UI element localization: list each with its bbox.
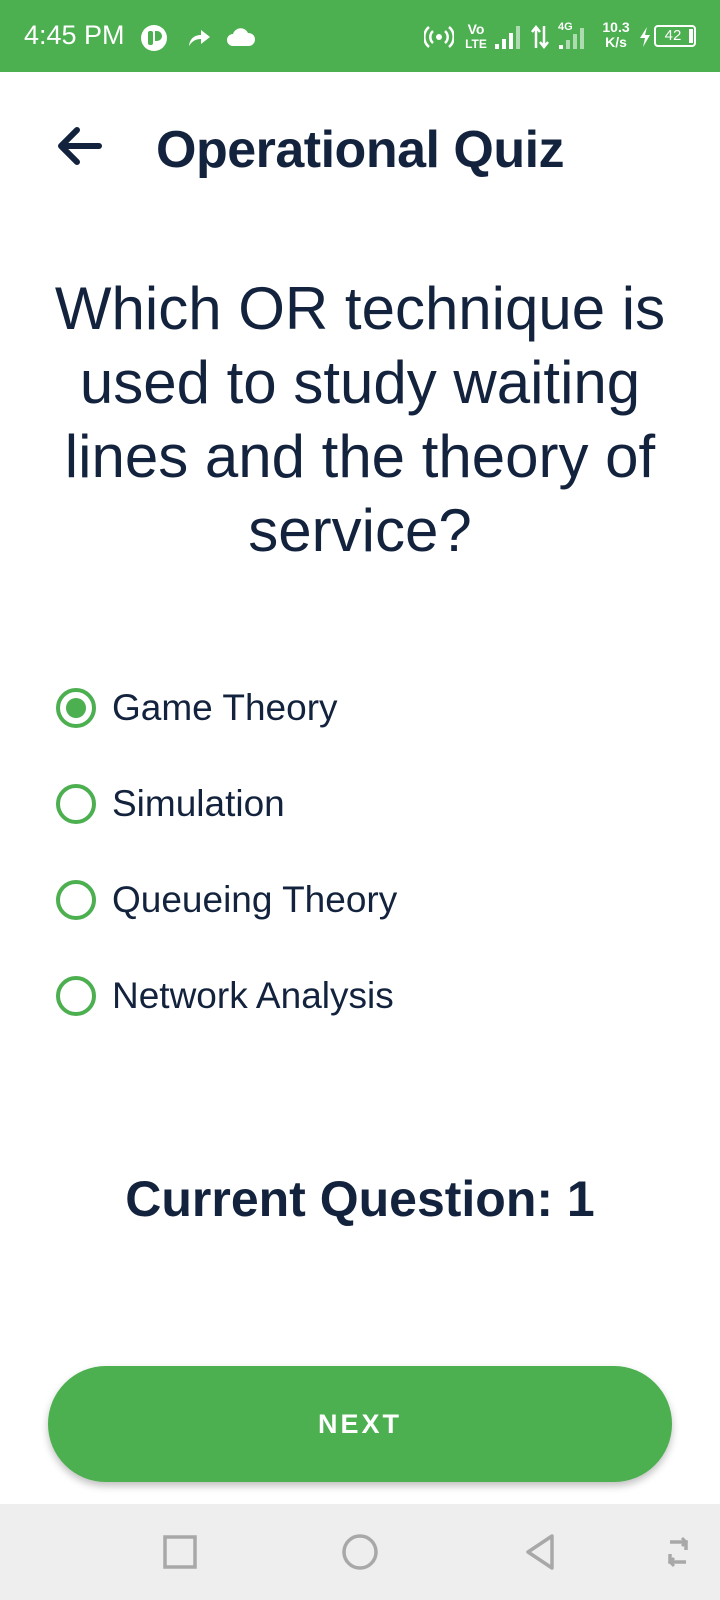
back-button[interactable] [44, 116, 114, 176]
current-question-indicator: Current Question: 1 [125, 1171, 595, 1227]
cloud-icon [227, 28, 256, 46]
option-game-theory[interactable]: Game Theory [56, 660, 676, 756]
network-speed: 10.3 K/s [598, 20, 634, 50]
signal-icon [495, 26, 520, 49]
recent-apps-icon[interactable] [158, 1530, 202, 1574]
volte-bottom-label: LTE [465, 37, 487, 51]
volte-top-label: Vo [467, 21, 485, 37]
status-time: 4:45 PM [24, 20, 125, 50]
radio-button[interactable] [56, 976, 96, 1016]
network-speed-value: 10.3 [602, 19, 630, 35]
back-icon[interactable] [518, 1530, 562, 1574]
battery-icon: 42 [654, 25, 696, 47]
volte-icon: Vo LTE [462, 22, 490, 52]
option-simulation[interactable]: Simulation [56, 756, 676, 852]
question-text: Which OR technique is used to study wait… [54, 275, 666, 564]
option-label: Queueing Theory [112, 879, 398, 920]
app-bar: Operational Quiz [0, 72, 720, 232]
option-label: Network Analysis [112, 975, 394, 1016]
back-arrow-icon [58, 127, 102, 165]
app-notification-icon [141, 25, 167, 51]
status-bar: 4:45 PM Vo LTE 4G 10.3 K/s 42 [0, 0, 720, 72]
next-button[interactable]: NEXT [48, 1366, 672, 1482]
option-queueing-theory[interactable]: Queueing Theory [56, 852, 676, 948]
answer-options: Game Theory Simulation Queueing Theory N… [56, 660, 676, 1044]
signal-4g-icon [559, 28, 584, 49]
radio-button[interactable] [56, 784, 96, 824]
network-speed-unit: K/s [605, 34, 627, 50]
option-label: Simulation [112, 783, 285, 824]
data-transfer-icon [531, 24, 549, 50]
battery-level: 42 [664, 27, 682, 44]
system-nav-bar [0, 1504, 720, 1600]
hotspot-icon [424, 26, 454, 48]
option-label: Game Theory [112, 687, 338, 728]
radio-button-checked[interactable] [56, 688, 96, 728]
forward-arrow-icon [189, 30, 210, 46]
home-icon[interactable] [338, 1530, 382, 1574]
screen-title: Operational Quiz [156, 121, 565, 179]
option-network-analysis[interactable]: Network Analysis [56, 948, 676, 1044]
rotate-icon[interactable] [656, 1530, 700, 1574]
radio-button[interactable] [56, 880, 96, 920]
charging-icon [640, 27, 650, 47]
